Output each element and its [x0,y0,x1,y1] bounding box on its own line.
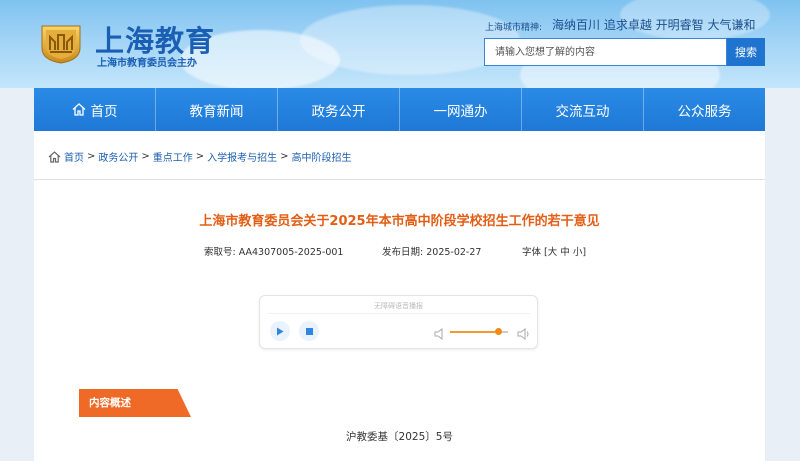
index-label: 索取号: [204,247,236,258]
document-number: 沪教委基〔2025〕5号 [346,431,453,443]
nav-item-label: 教育新闻 [189,103,244,120]
date-value: 2025-02-27 [426,247,482,258]
article-panel: 首页 > 政务公开 > 重点工作 > 入学报考与招生 > 高中阶段招生 上海市教… [34,131,765,461]
city-spirit-label: 上海城市精神: [485,23,543,33]
divider [268,313,530,314]
search-input[interactable] [484,38,727,66]
index-number: 索取号: AA4307005-2025-001 [204,244,343,258]
volume-slider-fill [450,331,498,333]
home-icon [72,103,85,116]
volume-slider-handle[interactable] [494,328,502,335]
stop-icon [305,327,313,335]
search-button[interactable]: 搜索 [727,38,765,66]
nav-item-education-news[interactable]: 教育新闻 [156,88,278,131]
city-spirit-motto: 海纳百川 追求卓越 开明睿智 大气谦和 [552,18,756,32]
player-label: 无障碍语音播报 [374,302,423,310]
article-title: 上海市教育委员会关于2025年本市高中阶段学校招生工作的若干意见 [199,214,600,229]
breadcrumb-government-affairs[interactable]: 政务公开 [98,149,138,164]
nav-item-label: 交流互动 [555,103,610,120]
index-value: AA4307005-2025-001 [238,247,344,258]
breadcrumb: 首页 > 政务公开 > 重点工作 > 入学报考与招生 > 高中阶段招生 [48,149,352,164]
font-size-large[interactable]: 大 [548,247,558,258]
nav-item-home[interactable]: 首页 [34,88,156,131]
breadcrumb-admissions[interactable]: 入学报考与招生 [207,149,277,164]
font-size-control: 字体 [大 中 小] [522,247,587,258]
nav-item-government-affairs[interactable]: 政务公开 [278,88,400,131]
volume-low-icon[interactable] [434,325,445,344]
publish-date: 发布日期: 2025-02-27 [382,244,481,258]
education-emblem-icon[interactable] [36,20,86,64]
breadcrumb-separator: > [87,151,96,162]
breadcrumb-key-work[interactable]: 重点工作 [153,149,193,164]
breadcrumb-separator: > [280,151,289,162]
accessibility-audio-player: 无障碍语音播报 [259,295,538,349]
breadcrumb-separator: > [141,151,150,162]
play-button[interactable] [270,321,290,341]
main-nav: 首页 教育新闻 政务公开 一网通办 交流互动 公众服务 [34,88,765,131]
site-subtitle: 上海市教育委员会主办 [97,58,197,69]
site-header: 上海教育 上海市教育委员会主办 上海城市精神: 海纳百川 追求卓越 开明睿智 大… [0,0,800,88]
nav-item-interaction[interactable]: 交流互动 [522,88,644,131]
nav-item-label: 首页 [90,103,118,120]
breadcrumb-home[interactable]: 首页 [64,149,84,164]
summary-section-tag: 内容概述 [79,389,191,417]
volume-slider[interactable] [450,328,508,335]
breadcrumb-high-school-admissions[interactable]: 高中阶段招生 [292,149,352,164]
volume-high-icon[interactable] [517,325,530,344]
font-size-small[interactable]: 小 [573,247,583,258]
nav-item-label: 一网通办 [433,103,488,120]
nav-item-label: 公众服务 [677,103,732,120]
font-size-label: 字体 [522,247,542,258]
nav-item-public-services[interactable]: 公众服务 [644,88,765,131]
play-icon [277,327,284,335]
date-label: 发布日期: [382,247,424,258]
font-size-medium[interactable]: 中 [560,247,570,258]
nav-item-label: 政务公开 [311,103,366,120]
home-icon [48,150,61,163]
divider [34,179,765,180]
nav-item-one-stop-service[interactable]: 一网通办 [400,88,522,131]
stop-button[interactable] [299,321,319,341]
breadcrumb-separator: > [195,151,205,162]
